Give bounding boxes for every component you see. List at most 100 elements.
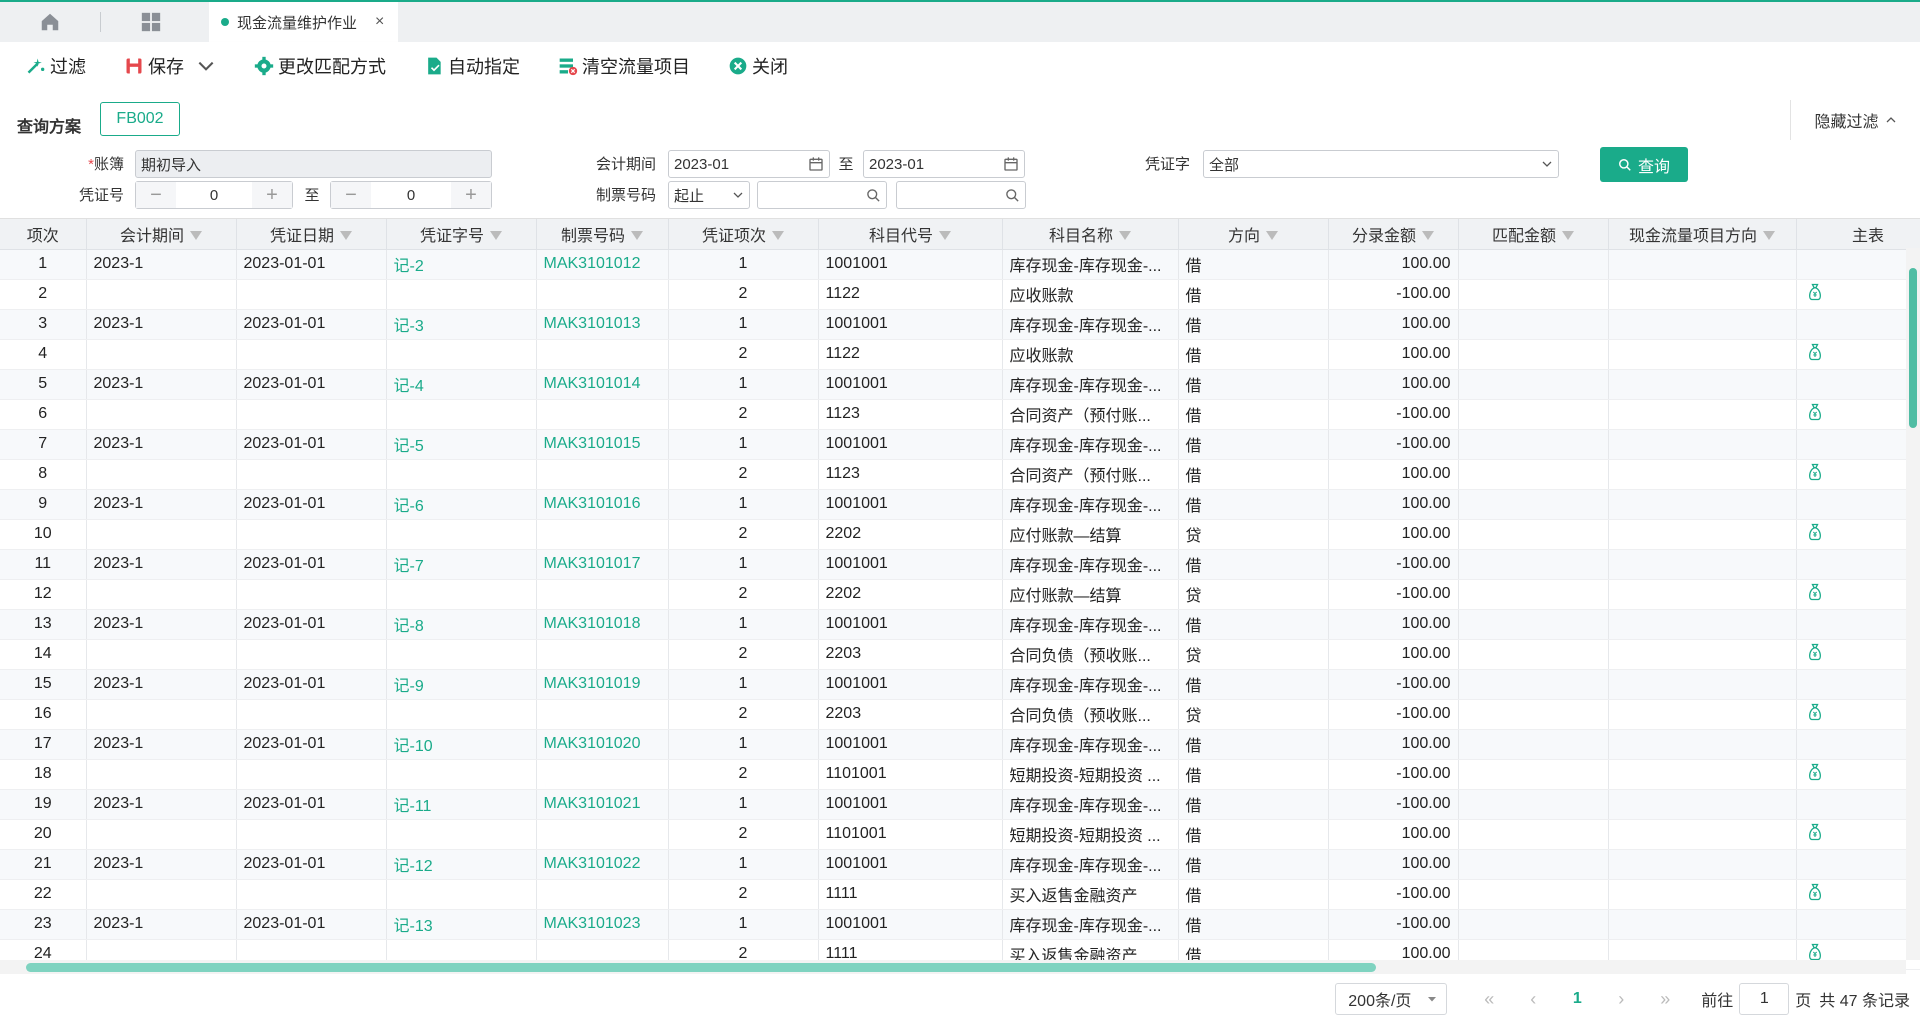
main-table-cell[interactable] xyxy=(1796,879,1920,910)
voucher-no-cell[interactable] xyxy=(386,459,537,490)
main-table-cell[interactable] xyxy=(1796,519,1920,550)
current-page[interactable]: 1 xyxy=(1555,990,1599,1008)
ticket-to-input[interactable] xyxy=(896,181,1026,209)
table-row[interactable]: 4 2 1122 应收账款借 100.00 xyxy=(0,339,1920,370)
ticket-no-cell[interactable] xyxy=(536,759,669,790)
money-bag-icon[interactable] xyxy=(1805,642,1825,662)
main-table-cell[interactable] xyxy=(1796,489,1920,520)
column-header[interactable]: 匹配金额 xyxy=(1458,219,1609,250)
voucher-no-cell[interactable]: 记-6 xyxy=(386,489,537,520)
table-row[interactable]: 14 2 2203 合同负债（预收账... 贷 100.00 xyxy=(0,639,1920,670)
filter-funnel-icon[interactable] xyxy=(939,230,951,240)
table-row[interactable]: 9 2023-1 2023-01-01 记-6 MAK3101016 1 1001001 库存… xyxy=(0,489,1920,520)
money-bag-icon[interactable] xyxy=(1805,822,1825,842)
main-table-cell[interactable] xyxy=(1796,369,1920,400)
ticket-no-cell[interactable]: MAK3101014 xyxy=(536,369,669,400)
main-table-cell[interactable] xyxy=(1796,639,1920,670)
increment-button[interactable]: + xyxy=(252,182,292,208)
main-table-cell[interactable] xyxy=(1796,549,1920,580)
close-button[interactable]: 关闭 xyxy=(728,53,788,79)
ticket-no-cell[interactable] xyxy=(536,459,669,490)
ticket-mode-select[interactable]: 起止 xyxy=(668,181,750,209)
voucher-no-cell[interactable] xyxy=(386,699,537,730)
column-header[interactable]: 科目代号 xyxy=(818,219,1003,250)
ticket-no-cell[interactable] xyxy=(536,519,669,550)
voucher-no-cell[interactable]: 记-3 xyxy=(386,309,537,340)
table-row[interactable]: 13 2023-1 2023-01-01 记-8 MAK3101018 1 1001001 库… xyxy=(0,609,1920,640)
table-row[interactable]: 16 2 2203 合同负债（预收账... 贷 -100.00 xyxy=(0,699,1920,730)
voucher-no-cell[interactable]: 记-10 xyxy=(386,729,537,760)
column-header[interactable]: 主表 xyxy=(1796,219,1920,250)
voucher-no-cell[interactable] xyxy=(386,819,537,850)
money-bag-icon[interactable] xyxy=(1805,522,1825,542)
voucher-no-cell[interactable] xyxy=(386,579,537,610)
main-table-cell[interactable] xyxy=(1796,759,1920,790)
money-bag-icon[interactable] xyxy=(1805,282,1825,302)
column-header[interactable]: 分录金额 xyxy=(1328,219,1459,250)
search-icon[interactable] xyxy=(866,188,881,203)
table-row[interactable]: 21 2023-1 2023-01-01 记-12 MAK3101022 1 1001001… xyxy=(0,849,1920,880)
voucher-to-value[interactable]: 0 xyxy=(371,187,451,204)
money-bag-icon[interactable] xyxy=(1805,702,1825,722)
last-page-icon[interactable]: » xyxy=(1643,989,1687,1010)
main-table-cell[interactable] xyxy=(1796,789,1920,820)
ticket-no-cell[interactable]: MAK3101013 xyxy=(536,309,669,340)
table-row[interactable]: 12 2 2202 应付账款—结算贷 -100.00 xyxy=(0,579,1920,610)
change-match-button[interactable]: 更改匹配方式 xyxy=(254,53,386,79)
voucher-no-cell[interactable] xyxy=(386,639,537,670)
table-row[interactable]: 20 2 1101001 短期投资-短期投资 ... 借 100.00 xyxy=(0,819,1920,850)
query-scheme-button[interactable]: FB002 xyxy=(100,102,180,136)
filter-funnel-icon[interactable] xyxy=(340,230,352,240)
column-header[interactable]: 会计期间 xyxy=(86,219,237,250)
table-row[interactable]: 1 2023-1 2023-01-01 记-2 MAK3101012 1 1001001 库存… xyxy=(0,249,1920,280)
table-row[interactable]: 3 2023-1 2023-01-01 记-3 MAK3101013 1 1001001 库存… xyxy=(0,309,1920,340)
ticket-from-input[interactable] xyxy=(757,181,887,209)
filter-funnel-icon[interactable] xyxy=(1119,230,1131,240)
ticket-no-cell[interactable] xyxy=(536,879,669,910)
column-header[interactable]: 凭证项次 xyxy=(668,219,819,250)
voucher-no-cell[interactable]: 记-4 xyxy=(386,369,537,400)
column-header[interactable]: 凭证日期 xyxy=(236,219,387,250)
table-row[interactable]: 8 2 1123 合同资产（预付账... 借 100.00 xyxy=(0,459,1920,490)
ticket-no-cell[interactable]: MAK3101022 xyxy=(536,849,669,880)
ticket-no-cell[interactable]: MAK3101017 xyxy=(536,549,669,580)
column-header[interactable]: 科目名称 xyxy=(1002,219,1179,250)
money-bag-icon[interactable] xyxy=(1805,342,1825,362)
table-row[interactable]: 17 2023-1 2023-01-01 记-10 MAK3101020 1 1001001… xyxy=(0,729,1920,760)
voucher-no-cell[interactable] xyxy=(386,759,537,790)
main-table-cell[interactable] xyxy=(1796,699,1920,730)
period-to-field[interactable]: 2023-01 xyxy=(863,150,1025,178)
ticket-no-cell[interactable] xyxy=(536,399,669,430)
first-page-icon[interactable]: « xyxy=(1467,989,1511,1010)
next-page-icon[interactable]: › xyxy=(1599,989,1643,1010)
column-header[interactable]: 现金流量项目方向 xyxy=(1608,219,1797,250)
filter-button[interactable]: 过滤 xyxy=(26,53,86,79)
money-bag-icon[interactable] xyxy=(1805,582,1825,602)
save-button[interactable]: 保存 xyxy=(124,53,216,79)
ticket-no-cell[interactable] xyxy=(536,819,669,850)
voucher-no-cell[interactable]: 记-12 xyxy=(386,849,537,880)
ticket-no-cell[interactable]: MAK3101016 xyxy=(536,489,669,520)
main-table-cell[interactable] xyxy=(1796,849,1920,880)
ticket-no-cell[interactable]: MAK3101020 xyxy=(536,729,669,760)
voucher-no-cell[interactable]: 记-7 xyxy=(386,549,537,580)
filter-funnel-icon[interactable] xyxy=(631,230,643,240)
filter-funnel-icon[interactable] xyxy=(1266,230,1278,240)
filter-funnel-icon[interactable] xyxy=(772,230,784,240)
period-from-field[interactable]: 2023-01 xyxy=(668,150,830,178)
table-row[interactable]: 10 2 2202 应付账款—结算贷 100.00 xyxy=(0,519,1920,550)
query-button[interactable]: 查询 xyxy=(1600,147,1688,182)
voucher-no-cell[interactable]: 记-8 xyxy=(386,609,537,640)
main-table-cell[interactable] xyxy=(1796,339,1920,370)
table-row[interactable]: 18 2 1101001 短期投资-短期投资 ... 借 -100.00 xyxy=(0,759,1920,790)
main-table-cell[interactable] xyxy=(1796,729,1920,760)
main-table-cell[interactable] xyxy=(1796,429,1920,460)
voucher-from-stepper[interactable]: − 0 + xyxy=(135,181,293,209)
money-bag-icon[interactable] xyxy=(1805,402,1825,422)
ticket-no-cell[interactable]: MAK3101019 xyxy=(536,669,669,700)
main-table-cell[interactable] xyxy=(1796,819,1920,850)
voucher-no-cell[interactable]: 记-2 xyxy=(386,249,537,280)
auto-assign-button[interactable]: 自动指定 xyxy=(424,53,520,79)
page-size-select[interactable]: 200条/页 xyxy=(1335,983,1448,1015)
vertical-scrollbar[interactable] xyxy=(1906,248,1920,960)
